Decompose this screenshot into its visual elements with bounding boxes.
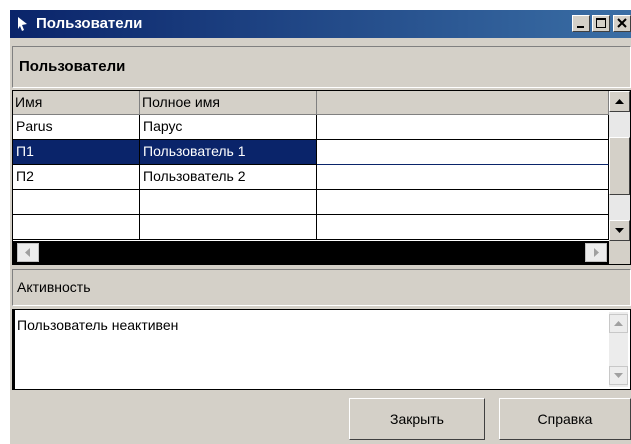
cell-extra[interactable] [317, 190, 609, 215]
cell-extra[interactable] [317, 140, 609, 165]
scroll-down-button[interactable] [609, 220, 630, 241]
cell-name[interactable]: П1 [13, 140, 140, 165]
arrow-left-icon [25, 248, 30, 257]
close-icon [617, 18, 627, 28]
column-header-extra[interactable] [317, 91, 609, 115]
arrow-down-icon [615, 228, 624, 233]
scroll-corner [609, 241, 630, 264]
grid-header: Имя Полное имя [13, 91, 609, 115]
cell-full-name[interactable]: Пользователь 1 [140, 140, 317, 165]
scroll-right-button[interactable] [585, 243, 607, 262]
activity-text-area[interactable]: Пользователь неактивен [12, 309, 631, 390]
text-scroll-down-button[interactable] [609, 366, 628, 385]
users-grid[interactable]: Имя Полное имя Parus Парус П1 Пользовате… [12, 90, 631, 265]
cell-extra[interactable] [317, 115, 609, 140]
cell-full-name[interactable] [140, 215, 317, 240]
arrow-up-icon [615, 99, 624, 104]
help-button[interactable]: Справка [499, 398, 631, 440]
arrow-up-icon [614, 321, 623, 326]
close-button[interactable]: Закрыть [349, 398, 485, 440]
activity-title: Активность [17, 279, 91, 295]
cell-name[interactable]: Parus [13, 115, 140, 140]
scroll-up-button[interactable] [609, 91, 630, 112]
activity-text: Пользователь неактивен [17, 317, 179, 333]
grid-vertical-scrollbar[interactable] [609, 91, 630, 241]
section-title: Пользователи [19, 58, 126, 75]
section-header: Пользователи [12, 46, 631, 88]
arrow-down-icon [614, 373, 623, 378]
cell-full-name[interactable]: Пользователь 2 [140, 165, 317, 190]
minimize-icon [577, 26, 584, 28]
cell-extra[interactable] [317, 165, 609, 190]
table-row[interactable] [13, 190, 609, 215]
maximize-icon [596, 18, 606, 28]
arrow-pointer-icon [18, 17, 27, 31]
scroll-thumb[interactable] [609, 137, 630, 195]
cell-name[interactable]: П2 [13, 165, 140, 190]
maximize-button[interactable] [592, 15, 610, 32]
title-bar[interactable]: Пользователи [10, 10, 631, 38]
scroll-left-button[interactable] [17, 243, 39, 262]
cell-extra[interactable] [317, 215, 609, 240]
minimize-button[interactable] [572, 15, 590, 32]
cell-name[interactable] [13, 190, 140, 215]
column-header-full-name[interactable]: Полное имя [140, 91, 317, 115]
activity-header: Активность [12, 269, 631, 306]
table-row[interactable] [13, 215, 609, 240]
arrow-right-icon [594, 248, 599, 257]
cell-name[interactable] [13, 215, 140, 240]
users-window: Пользователи Пользователи Имя Полное имя… [10, 10, 631, 444]
window-title: Пользователи [36, 15, 143, 32]
cell-full-name[interactable]: Парус [140, 115, 317, 140]
text-scroll-up-button[interactable] [609, 314, 628, 333]
grid-horizontal-scrollbar[interactable] [13, 241, 609, 264]
table-row[interactable]: П2 Пользователь 2 [13, 165, 609, 190]
text-vertical-scrollbar[interactable] [609, 312, 628, 387]
cell-full-name[interactable] [140, 190, 317, 215]
column-header-name[interactable]: Имя [13, 91, 140, 115]
close-window-button[interactable] [613, 15, 631, 32]
table-row-selected[interactable]: П1 Пользователь 1 [13, 140, 609, 165]
table-row[interactable]: Parus Парус [13, 115, 609, 140]
